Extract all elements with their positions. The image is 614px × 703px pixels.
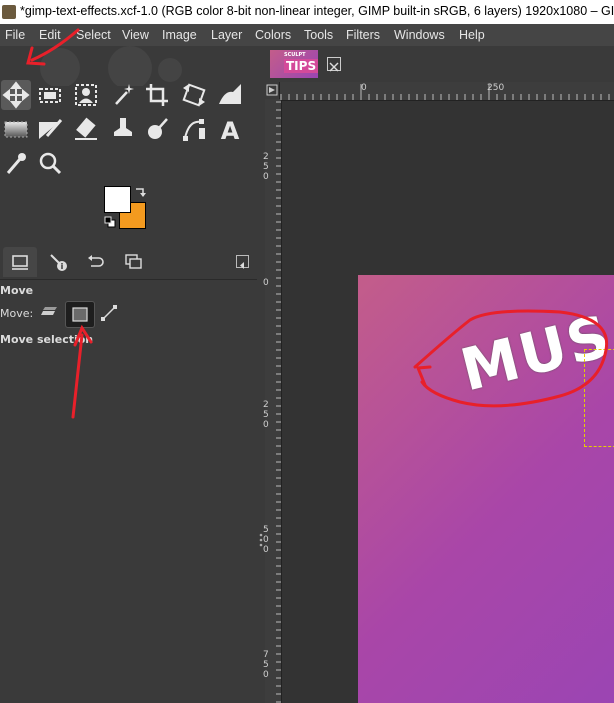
annotation-overlay <box>26 28 609 419</box>
